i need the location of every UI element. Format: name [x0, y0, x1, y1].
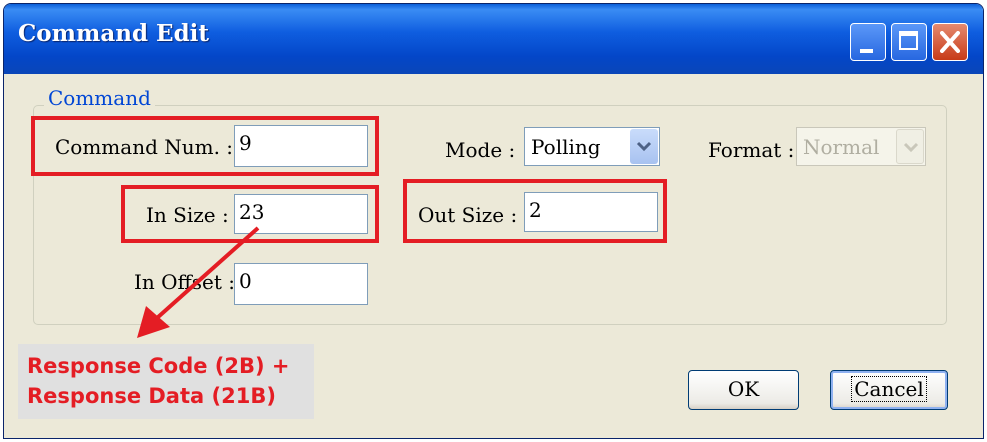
maximize-button[interactable] [891, 23, 927, 61]
chevron-down-icon [896, 129, 924, 164]
cancel-button[interactable]: Cancel [830, 370, 948, 410]
format-select: Normal [796, 127, 926, 166]
out-size-highlight [403, 179, 667, 243]
close-icon [940, 31, 960, 53]
close-button[interactable] [932, 23, 968, 61]
mode-select[interactable]: Polling [524, 127, 660, 166]
minimize-icon [860, 49, 873, 53]
cancel-button-label: Cancel [851, 376, 927, 402]
maximize-icon [899, 31, 918, 50]
response-annotation: Response Code (2B) + Response Data (21B) [18, 344, 314, 419]
ok-button[interactable]: OK [688, 370, 799, 410]
groupbox-legend: Command [44, 86, 155, 110]
window-title: Command Edit [18, 20, 210, 47]
annotation-line-2: Response Data (21B) [27, 384, 276, 408]
chevron-down-icon[interactable] [630, 129, 658, 164]
annotation-line-1: Response Code (2B) + [27, 354, 290, 378]
ok-button-label: OK [727, 377, 760, 401]
title-bar[interactable]: Command Edit [4, 4, 983, 74]
in-size-highlight [121, 185, 379, 243]
in-offset-input[interactable]: 0 [234, 263, 368, 305]
in-offset-label: In Offset : [134, 270, 235, 294]
format-select-value: Normal [803, 135, 880, 159]
format-label: Format : [708, 138, 795, 162]
mode-label: Mode : [445, 138, 516, 162]
command-num-highlight [31, 116, 379, 176]
mode-select-value: Polling [531, 135, 601, 159]
minimize-button[interactable] [850, 23, 886, 61]
